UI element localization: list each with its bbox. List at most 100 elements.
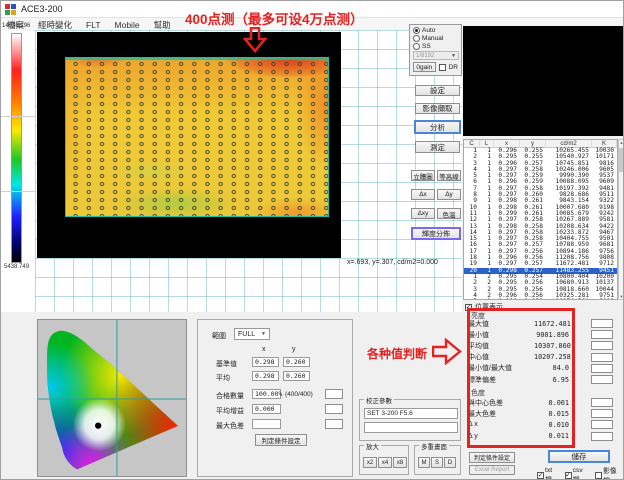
avg-x-field[interactable]: 0.298 (252, 371, 279, 381)
dr-checkbox[interactable] (439, 64, 446, 71)
scroll-up-icon[interactable]: ▲ (619, 140, 624, 145)
zoom-button[interactable]: x4 (378, 457, 392, 468)
maxdiff-flag-box[interactable] (325, 419, 343, 429)
colorbar-sidebar: 5438.749 (1, 31, 35, 312)
export-checkbox[interactable] (537, 472, 544, 479)
ref-label: 基準值 (216, 359, 237, 369)
chevron-down-icon: ▼ (261, 331, 266, 337)
radio-icon (413, 43, 420, 50)
stat-row: Δ x 0.010 (468, 419, 614, 430)
capture-button[interactable]: 影像擷取 (415, 103, 460, 114)
table-scrollbar[interactable]: ▲ ▼ (618, 139, 624, 300)
zoom-button[interactable]: x2 (363, 457, 377, 468)
stat-flag-box[interactable] (591, 364, 613, 373)
settings-button[interactable]: 設定 (415, 85, 460, 96)
calibration-set-field[interactable]: SET 3-200 F5.6 (364, 408, 458, 419)
calibration-extra-field[interactable] (364, 422, 458, 433)
exposure-mode-radio[interactable]: SS (413, 43, 458, 50)
stat-row: 標準偏差 6.95 (468, 374, 614, 385)
gain-value-field[interactable]: 0.000 (252, 404, 281, 414)
stat-flag-box[interactable] (591, 330, 613, 339)
stat-row: 最大色差 0.015 (468, 408, 614, 419)
exposure-mode-radio[interactable]: Auto (413, 27, 458, 34)
col-y-label: y (292, 346, 296, 353)
position-display-checkbox[interactable] (465, 304, 472, 311)
stat-flag-box[interactable] (591, 432, 613, 441)
colorbar-min-label: 5438.749 (4, 264, 29, 270)
measurement-grid-panel: x=.693, y=.307, cd/m2=0.000 (35, 30, 462, 312)
stat-flag-box[interactable] (591, 353, 613, 362)
annotation-arrow-down-icon (243, 27, 267, 53)
delta-xy-button[interactable]: Δxy (411, 208, 435, 219)
chevron-down-icon: ▼ (451, 53, 456, 59)
scrollbar-thumb[interactable] (619, 148, 624, 172)
export-format-option[interactable]: 影像檔 (595, 465, 623, 480)
range-panel: 範圍 FULL ▼ x y 基準值 0.298 0.260 平均 0.298 0… (197, 319, 353, 477)
table-header-cell: C (464, 140, 480, 148)
shutter-select[interactable]: 1/8192 ▼ (413, 51, 459, 60)
annotation-top-text: 400点测（最多可设4万点测） (185, 8, 364, 28)
luminance-map-display[interactable] (37, 32, 341, 258)
stat-flag-box[interactable] (591, 398, 613, 407)
multiscreen-groupbox: 多重畫面 MSD (414, 445, 461, 475)
menu-item[interactable]: 幫助 (154, 19, 171, 31)
annotation-side-text: 各种值判断 (367, 345, 427, 362)
exposure-mode-radio[interactable]: Manual (413, 35, 458, 42)
judge-condition-button[interactable]: 判定條件設定 (469, 452, 515, 463)
multiscreen-button[interactable]: M (418, 457, 430, 468)
delta-y-button[interactable]: Δy (437, 189, 461, 200)
radio-icon (413, 35, 420, 42)
menu-item[interactable]: Mobile (115, 20, 140, 30)
export-checkbox[interactable] (565, 472, 572, 479)
gain-flag-box[interactable] (325, 404, 343, 414)
pass-label: 合格數量 (216, 391, 244, 401)
export-format-option[interactable]: txt檔 (537, 467, 559, 480)
stat-flag-box[interactable] (591, 375, 613, 384)
export-checkbox[interactable] (595, 472, 602, 479)
save-button[interactable]: 儲存 (548, 450, 610, 463)
table-row[interactable]: 5 2 0.296 0.258 10174.564 9801 (464, 299, 617, 300)
app-window: ACE3-200 檔案經時變化FLTMobile幫助 5438.749 1453… (0, 0, 624, 480)
camera-preview[interactable] (463, 26, 624, 136)
color-temp-button[interactable]: 色溫 (437, 208, 461, 219)
stat-flag-box[interactable] (591, 319, 613, 328)
stat-flag-box[interactable] (591, 409, 613, 418)
stat-flag-box[interactable] (591, 420, 613, 429)
excel-report-button[interactable]: Excel Report (469, 465, 515, 475)
ref-y-field[interactable]: 0.260 (283, 357, 310, 367)
cie-horseshoe (38, 320, 186, 476)
judge-condition-button-2[interactable]: 判定條件設定 (255, 434, 307, 446)
luminance-dist-button[interactable]: 輝度分佈 (411, 227, 461, 240)
maxdiff-value-field[interactable] (252, 419, 281, 429)
measure-button[interactable]: 測定 (415, 141, 460, 153)
analyze-button[interactable]: 分析 (414, 120, 461, 134)
col-x-label: x (262, 346, 266, 353)
menu-item[interactable]: 經時變化 (38, 19, 72, 31)
cie-diagram-panel[interactable] (37, 319, 187, 477)
pass-value-field: 100.00% (252, 389, 281, 399)
gain-label: 平均增益 (216, 406, 244, 416)
stat-flag-box[interactable] (591, 341, 613, 350)
range-select[interactable]: FULL ▼ (234, 328, 270, 340)
menu-item[interactable]: FLT (86, 20, 100, 30)
scroll-down-icon[interactable]: ▼ (619, 294, 624, 299)
zoom-button[interactable]: x8 (393, 457, 407, 468)
multiscreen-title: 多重畫面 (419, 441, 449, 451)
view-3d-button[interactable]: 立體圖 (411, 170, 435, 181)
multiscreen-button[interactable]: S (431, 457, 443, 468)
avg-y-field[interactable]: 0.260 (283, 371, 310, 381)
pass-flag-box[interactable] (325, 389, 343, 399)
ref-x-field[interactable]: 0.298 (252, 357, 279, 367)
radio-icon (413, 27, 420, 34)
export-format-option[interactable]: csv檔 (565, 467, 590, 480)
measurement-table[interactable]: CLxycd/m2K 1 1 0.296 0.255 10265.455 100… (463, 139, 618, 300)
luminance-heatmap (65, 57, 329, 217)
zero-gain-button[interactable]: 0gain (413, 62, 436, 72)
export-format-row: txt檔 csv檔 影像檔 (537, 465, 623, 480)
multiscreen-button[interactable]: D (444, 457, 456, 468)
zoom-title: 放大 (364, 441, 381, 451)
dr-label: DR (449, 64, 458, 71)
delta-x-button[interactable]: Δx (411, 189, 435, 200)
contour-button[interactable]: 等高線 (437, 170, 461, 181)
divider (1, 116, 35, 117)
